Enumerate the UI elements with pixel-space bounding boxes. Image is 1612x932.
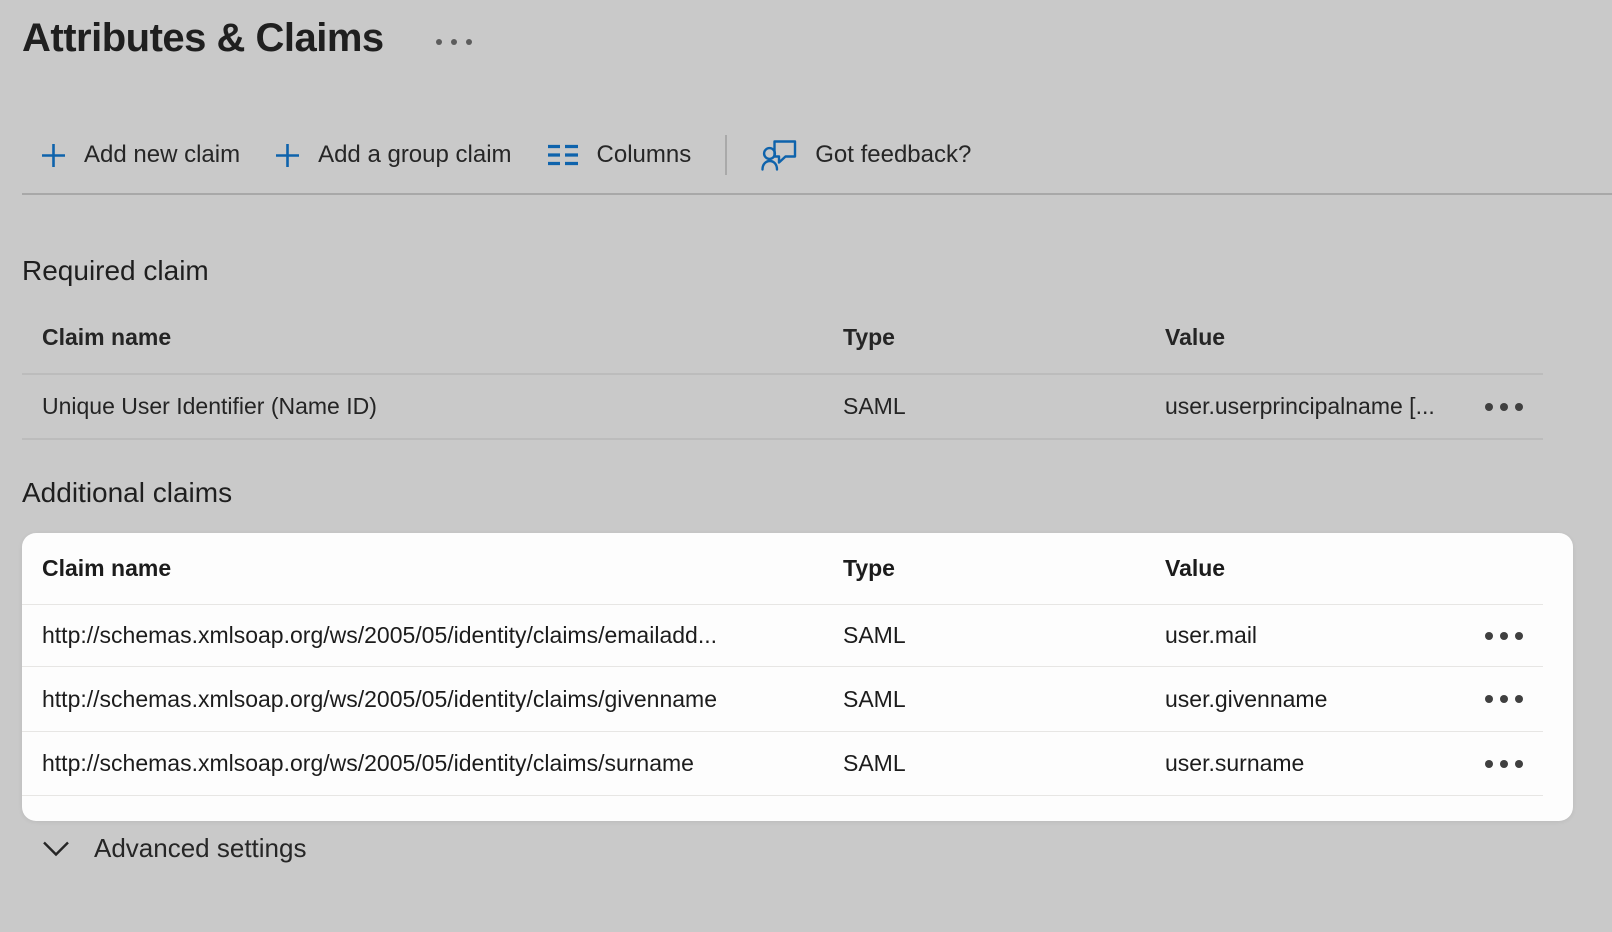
additional-claims-heading: Additional claims	[22, 477, 232, 509]
plus-icon	[40, 142, 67, 169]
got-feedback-label: Got feedback?	[815, 141, 971, 169]
table-row[interactable]: http://schemas.xmlsoap.org/ws/2005/05/id…	[22, 732, 1543, 796]
ellipsis-icon	[1515, 760, 1523, 768]
column-header-value: Value	[1165, 324, 1482, 351]
claim-type-cell: SAML	[843, 622, 1165, 649]
additional-claims-table-header: Claim name Type Value	[22, 533, 1543, 605]
ellipsis-icon	[466, 39, 472, 45]
add-group-claim-button[interactable]: Add a group claim	[274, 141, 511, 169]
ellipsis-icon	[1515, 695, 1523, 703]
attributes-claims-page: Attributes & Claims Add new claim Add a …	[0, 0, 1612, 932]
got-feedback-button[interactable]: Got feedback?	[761, 138, 971, 172]
ellipsis-icon	[451, 39, 457, 45]
column-header-claim-name: Claim name	[42, 324, 843, 351]
required-claim-table: Claim name Type Value Unique User Identi…	[22, 302, 1543, 440]
required-claim-heading: Required claim	[22, 255, 209, 287]
ellipsis-icon	[1500, 695, 1508, 703]
add-new-claim-label: Add new claim	[84, 141, 240, 169]
claim-type-cell: SAML	[843, 686, 1165, 713]
claim-name-cell[interactable]: http://schemas.xmlsoap.org/ws/2005/05/id…	[42, 750, 843, 777]
claim-name-cell[interactable]: http://schemas.xmlsoap.org/ws/2005/05/id…	[42, 686, 843, 713]
ellipsis-icon	[1515, 403, 1523, 411]
plus-icon	[274, 142, 301, 169]
ellipsis-icon	[1485, 632, 1493, 640]
additional-claims-card: Claim name Type Value http://schemas.xml…	[22, 533, 1573, 821]
claim-name-cell[interactable]: http://schemas.xmlsoap.org/ws/2005/05/id…	[42, 622, 843, 649]
add-group-claim-label: Add a group claim	[318, 141, 511, 169]
page-title: Attributes & Claims	[22, 16, 384, 61]
column-header-type: Type	[843, 324, 1165, 351]
ellipsis-icon	[1500, 632, 1508, 640]
ellipsis-icon	[1485, 695, 1493, 703]
ellipsis-icon	[1515, 632, 1523, 640]
row-overflow-menu-button[interactable]	[1485, 403, 1543, 411]
columns-icon	[546, 141, 580, 169]
row-overflow-menu-button[interactable]	[1485, 695, 1543, 703]
additional-claims-table: Claim name Type Value http://schemas.xml…	[22, 533, 1543, 796]
claim-value-cell: user.surname	[1165, 750, 1482, 777]
table-row[interactable]: http://schemas.xmlsoap.org/ws/2005/05/id…	[22, 667, 1543, 732]
column-header-claim-name: Claim name	[42, 555, 843, 582]
claim-name-cell[interactable]: Unique User Identifier (Name ID)	[42, 393, 843, 420]
ellipsis-icon	[436, 39, 442, 45]
page-context-menu-button[interactable]	[436, 33, 472, 45]
toolbar-rule	[22, 193, 1612, 195]
claim-value-cell: user.mail	[1165, 622, 1482, 649]
claim-type-cell: SAML	[843, 750, 1165, 777]
required-claim-table-header: Claim name Type Value	[22, 302, 1543, 375]
chevron-down-icon	[42, 840, 70, 858]
ellipsis-icon	[1500, 760, 1508, 768]
claim-value-cell: user.userprincipalname [...	[1165, 393, 1482, 420]
page-header: Attributes & Claims	[22, 16, 472, 61]
columns-label: Columns	[597, 141, 692, 169]
claim-value-cell: user.givenname	[1165, 686, 1482, 713]
column-header-type: Type	[843, 555, 1165, 582]
row-overflow-menu-button[interactable]	[1485, 760, 1543, 768]
table-row[interactable]: Unique User Identifier (Name ID) SAML us…	[22, 375, 1543, 440]
command-bar: Add new claim Add a group claim Columns	[40, 131, 971, 179]
claim-type-cell: SAML	[843, 393, 1165, 420]
ellipsis-icon	[1485, 403, 1493, 411]
add-new-claim-button[interactable]: Add new claim	[40, 141, 240, 169]
columns-button[interactable]: Columns	[546, 141, 692, 169]
column-header-value: Value	[1165, 555, 1482, 582]
advanced-settings-toggle[interactable]: Advanced settings	[42, 833, 306, 864]
feedback-person-icon	[761, 138, 798, 172]
advanced-settings-label: Advanced settings	[94, 833, 306, 864]
table-row[interactable]: http://schemas.xmlsoap.org/ws/2005/05/id…	[22, 605, 1543, 667]
row-overflow-menu-button[interactable]	[1485, 632, 1543, 640]
ellipsis-icon	[1485, 760, 1493, 768]
toolbar-divider	[725, 135, 727, 175]
ellipsis-icon	[1500, 403, 1508, 411]
